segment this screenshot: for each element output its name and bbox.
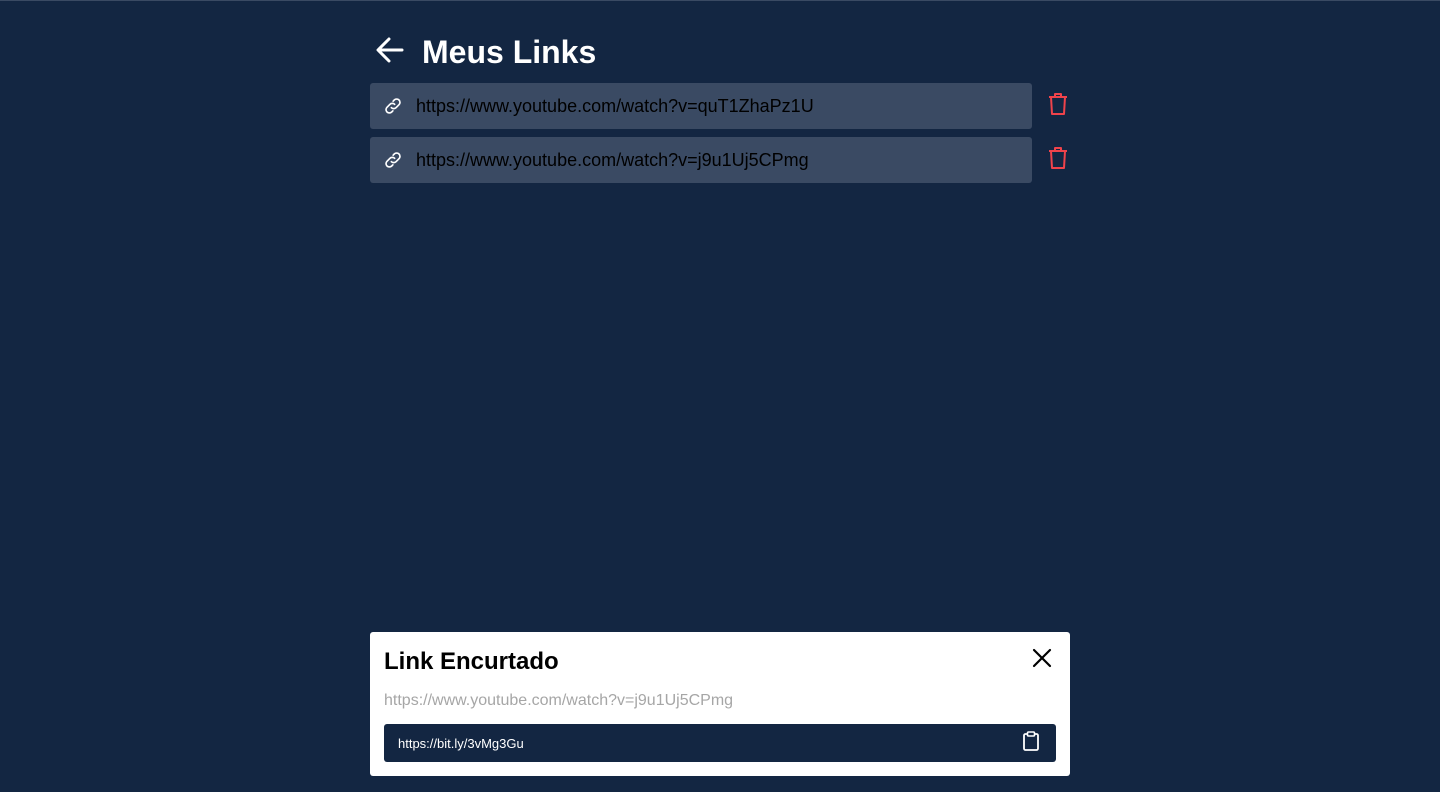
original-url: https://www.youtube.com/watch?v=j9u1Uj5C… [384,692,734,709]
close-modal-button[interactable] [1028,646,1056,674]
copy-button[interactable] [1020,730,1042,756]
link-item[interactable]: https://www.youtube.com/watch?v=j9u1Uj5C… [370,137,1032,183]
link-icon [381,94,405,118]
arrow-left-icon [374,34,406,71]
trash-icon [1047,92,1069,121]
clipboard-icon [1022,730,1040,756]
delete-link-button[interactable] [1044,92,1072,120]
link-row: https://www.youtube.com/watch?v=j9u1Uj5C… [370,137,1070,183]
page-header: Meus Links [370,30,596,74]
link-url: https://www.youtube.com/watch?v=quT1ZhaP… [416,95,814,116]
link-url: https://www.youtube.com/watch?v=j9u1Uj5C… [416,149,809,170]
short-link-box[interactable]: https://bit.ly/3vMg3Gu [384,724,1056,762]
close-icon [1032,648,1052,673]
shortened-link-modal: Link Encurtado https://www.youtube.com/w… [370,632,1070,776]
delete-link-button[interactable] [1044,146,1072,174]
link-item[interactable]: https://www.youtube.com/watch?v=quT1ZhaP… [370,83,1032,129]
link-icon [381,148,405,172]
modal-title: Link Encurtado [384,648,559,675]
short-url: https://bit.ly/3vMg3Gu [398,735,524,751]
top-border [0,0,1440,1]
link-row: https://www.youtube.com/watch?v=quT1ZhaP… [370,83,1070,129]
page-title: Meus Links [422,34,597,70]
trash-icon [1047,146,1069,175]
back-button[interactable] [372,34,408,70]
